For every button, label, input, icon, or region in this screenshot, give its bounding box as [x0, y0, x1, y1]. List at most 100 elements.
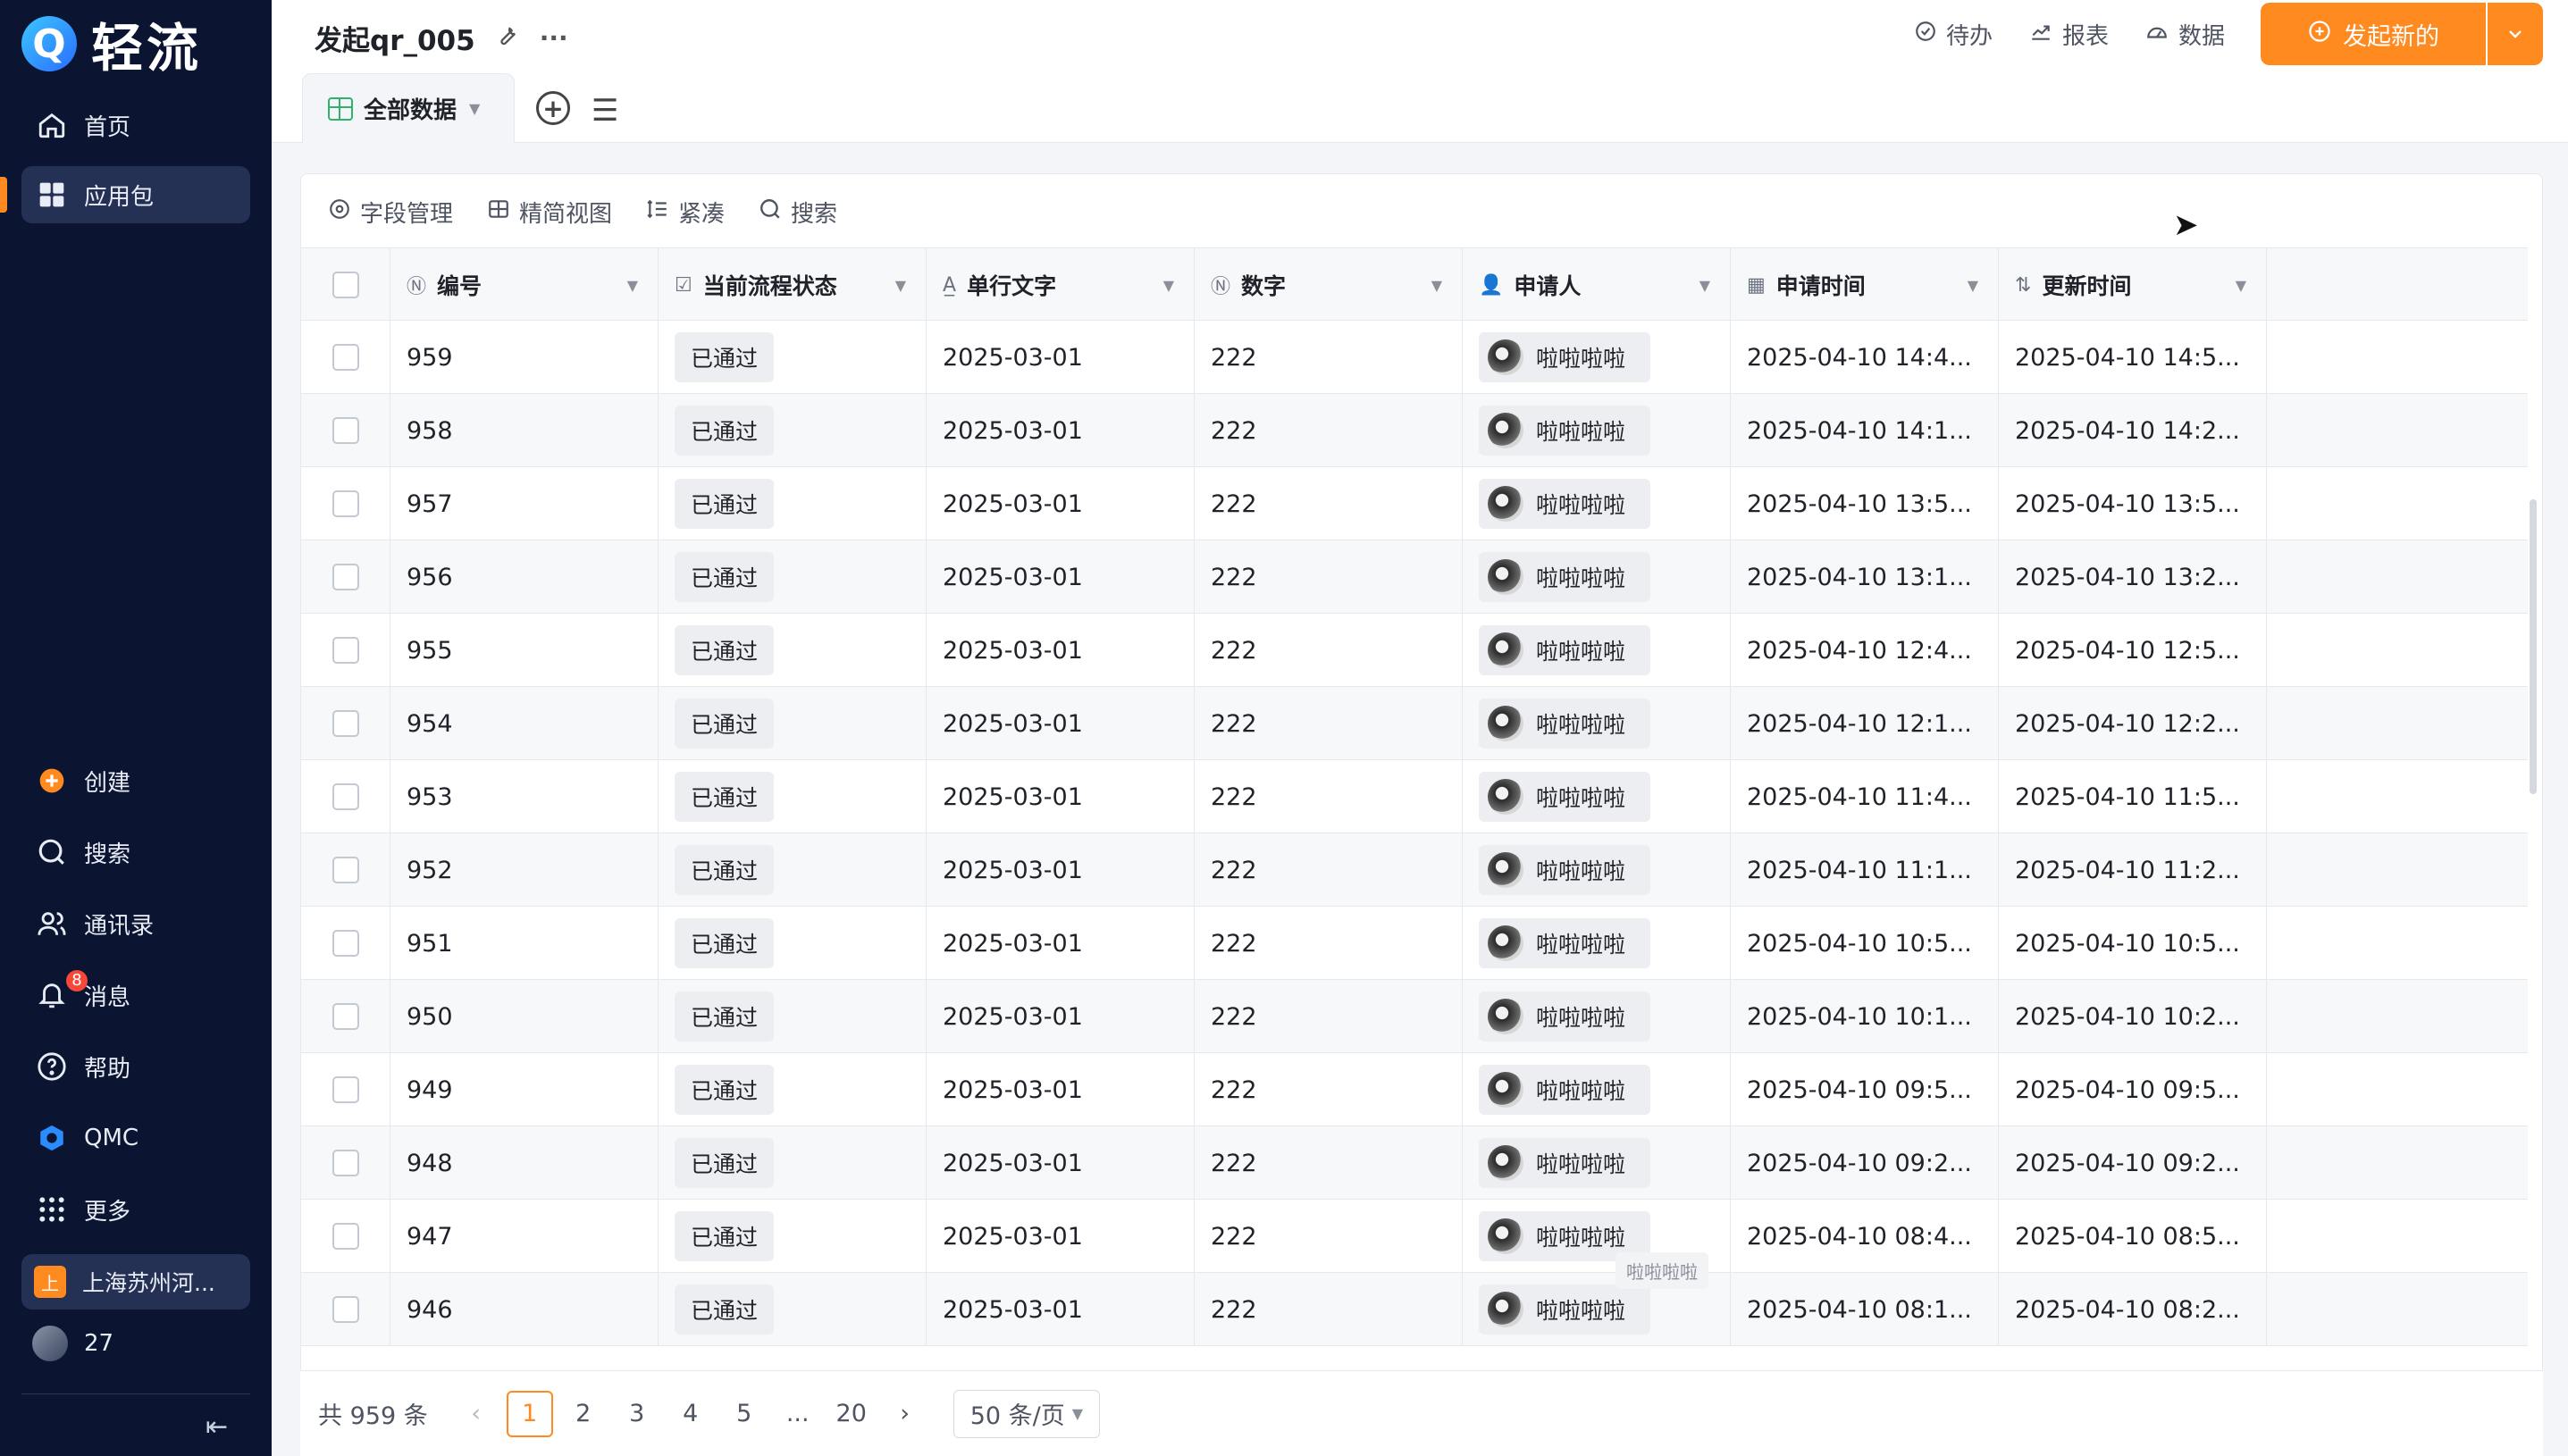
start-new-dropdown[interactable]	[2488, 3, 2543, 65]
cell-status[interactable]: 已通过	[659, 467, 927, 540]
table-row[interactable]: 956 已通过 2025-03-01 222 啦啦啦啦 2025-04-10 13:1..…	[301, 540, 2528, 614]
collapse-sidebar-icon[interactable]: ⇤	[206, 1411, 228, 1443]
field-management-button[interactable]: 字段管理	[328, 196, 453, 229]
cell-id[interactable]: 947	[390, 1200, 659, 1273]
applicant-tag[interactable]: 啦啦啦啦	[1479, 772, 1651, 822]
applicant-tag[interactable]: 啦啦啦啦	[1479, 406, 1651, 456]
cell-status[interactable]: 已通过	[659, 1200, 927, 1273]
applicant-tag[interactable]: 啦啦啦啦	[1479, 332, 1651, 382]
page-1[interactable]: 1	[506, 1390, 553, 1437]
table-row[interactable]: 947 已通过 2025-03-01 222 啦啦啦啦 2025-04-10 08:4..…	[301, 1200, 2528, 1273]
cell-update-time[interactable]: 2025-04-10 11:5...	[1999, 760, 2267, 833]
cell-text[interactable]: 2025-03-01	[927, 907, 1195, 980]
cell-text[interactable]: 2025-03-01	[927, 687, 1195, 760]
report-button[interactable]: 报表	[2028, 18, 2109, 51]
row-checkbox[interactable]	[331, 930, 359, 957]
cell-apply-time[interactable]: 2025-04-10 10:1...	[1731, 980, 1999, 1053]
row-checkbox[interactable]	[331, 1150, 359, 1176]
cell-text[interactable]: 2025-03-01	[927, 321, 1195, 394]
cell-number[interactable]: 222	[1195, 1200, 1463, 1273]
cell-applicant[interactable]: 啦啦啦啦	[1463, 540, 1731, 614]
tab-all-data[interactable]: 全部数据 ▼	[302, 73, 515, 143]
cell-status[interactable]: 已通过	[659, 540, 927, 614]
cell-number[interactable]: 222	[1195, 540, 1463, 614]
sidebar-item-messages[interactable]: 8 消息	[21, 966, 250, 1024]
table-row[interactable]: 948 已通过 2025-03-01 222 啦啦啦啦 2025-04-10 09:2..…	[301, 1126, 2528, 1200]
cell-id[interactable]: 948	[390, 1126, 659, 1200]
cell-id[interactable]: 953	[390, 760, 659, 833]
applicant-tag[interactable]: 啦啦啦啦	[1479, 1284, 1651, 1335]
cell-applicant[interactable]: 啦啦啦啦	[1463, 687, 1731, 760]
org-switcher[interactable]: 上 上海苏州河...	[21, 1254, 250, 1310]
chevron-down-icon[interactable]: ▼	[1431, 277, 1442, 294]
row-checkbox[interactable]	[331, 344, 359, 371]
cell-update-time[interactable]: 2025-04-10 08:2...	[1999, 1273, 2267, 1346]
cell-applicant[interactable]: 啦啦啦啦	[1463, 394, 1731, 467]
cell-apply-time[interactable]: 2025-04-10 08:4...	[1731, 1200, 1999, 1273]
row-checkbox[interactable]	[331, 1296, 359, 1323]
table-row[interactable]: 952 已通过 2025-03-01 222 啦啦啦啦 2025-04-10 11:1..…	[301, 833, 2528, 907]
cell-status[interactable]: 已通过	[659, 980, 927, 1053]
compact-button[interactable]: 紧凑	[646, 196, 725, 229]
table-row[interactable]: 951 已通过 2025-03-01 222 啦啦啦啦 2025-04-10 10:5..…	[301, 907, 2528, 980]
table-row[interactable]: 949 已通过 2025-03-01 222 啦啦啦啦 2025-04-10 09:5..…	[301, 1053, 2528, 1126]
cell-applicant[interactable]: 啦啦啦啦	[1463, 614, 1731, 687]
cell-update-time[interactable]: 2025-04-10 10:5...	[1999, 907, 2267, 980]
column-header-text[interactable]: A̲ 单行文字 ▼	[927, 248, 1195, 322]
cell-status[interactable]: 已通过	[659, 1053, 927, 1126]
column-header-update-time[interactable]: ⇅ 更新时间 ▼	[1999, 248, 2267, 322]
row-checkbox[interactable]	[331, 637, 359, 664]
todo-button[interactable]: 待办	[1914, 18, 1993, 51]
cell-id[interactable]: 952	[390, 833, 659, 907]
page-2[interactable]: 2	[560, 1391, 607, 1437]
cell-number[interactable]: 222	[1195, 980, 1463, 1053]
cell-update-time[interactable]: 2025-04-10 11:2...	[1999, 833, 2267, 907]
applicant-tag[interactable]: 啦啦啦啦	[1479, 479, 1651, 529]
prev-page-icon[interactable]: ‹	[453, 1391, 499, 1437]
cell-applicant[interactable]: 啦啦啦啦	[1463, 467, 1731, 540]
cell-applicant[interactable]: 啦啦啦啦	[1463, 760, 1731, 833]
cell-id[interactable]: 959	[390, 321, 659, 394]
sidebar-item-help[interactable]: 帮助	[21, 1038, 250, 1095]
row-checkbox[interactable]	[331, 783, 359, 810]
cell-update-time[interactable]: 2025-04-10 08:5...	[1999, 1200, 2267, 1273]
cell-apply-time[interactable]: 2025-04-10 09:5...	[1731, 1053, 1999, 1126]
applicant-tag[interactable]: 啦啦啦啦	[1479, 1065, 1651, 1115]
cell-id[interactable]: 955	[390, 614, 659, 687]
cell-apply-time[interactable]: 2025-04-10 13:5...	[1731, 467, 1999, 540]
column-header-applicant[interactable]: 👤 申请人 ▼	[1463, 248, 1731, 322]
cell-status[interactable]: 已通过	[659, 321, 927, 394]
cell-update-time[interactable]: 2025-04-10 12:2...	[1999, 687, 2267, 760]
applicant-tag[interactable]: 啦啦啦啦	[1479, 699, 1651, 749]
page-5[interactable]: 5	[721, 1391, 768, 1437]
row-checkbox[interactable]	[331, 417, 359, 444]
row-checkbox[interactable]	[331, 857, 359, 883]
chevron-down-icon[interactable]: ▼	[2236, 277, 2246, 294]
cell-applicant[interactable]: 啦啦啦啦	[1463, 907, 1731, 980]
cell-applicant[interactable]: 啦啦啦啦	[1463, 321, 1731, 394]
cell-number[interactable]: 222	[1195, 1273, 1463, 1346]
cell-number[interactable]: 222	[1195, 1126, 1463, 1200]
cell-status[interactable]: 已通过	[659, 1126, 927, 1200]
cell-applicant[interactable]: 啦啦啦啦	[1463, 980, 1731, 1053]
applicant-tag[interactable]: 啦啦啦啦	[1479, 552, 1651, 602]
applicant-tag[interactable]: 啦啦啦啦	[1479, 918, 1651, 968]
user-profile[interactable]: 27	[32, 1326, 113, 1361]
sidebar-item-search[interactable]: 搜索	[21, 824, 250, 881]
cell-number[interactable]: 222	[1195, 833, 1463, 907]
cell-apply-time[interactable]: 2025-04-10 11:1...	[1731, 833, 1999, 907]
cell-id[interactable]: 958	[390, 394, 659, 467]
cell-id[interactable]: 946	[390, 1273, 659, 1346]
cell-id[interactable]: 949	[390, 1053, 659, 1126]
cell-apply-time[interactable]: 2025-04-10 14:4...	[1731, 321, 1999, 394]
select-all-checkbox[interactable]	[331, 272, 359, 298]
row-checkbox[interactable]	[331, 1223, 359, 1250]
cell-apply-time[interactable]: 2025-04-10 10:5...	[1731, 907, 1999, 980]
cell-id[interactable]: 950	[390, 980, 659, 1053]
cell-text[interactable]: 2025-03-01	[927, 1200, 1195, 1273]
cell-number[interactable]: 222	[1195, 687, 1463, 760]
page-ellipsis[interactable]: ...	[775, 1391, 821, 1437]
chevron-down-icon[interactable]: ▼	[895, 277, 906, 294]
cell-number[interactable]: 222	[1195, 467, 1463, 540]
cell-status[interactable]: 已通过	[659, 1273, 927, 1346]
